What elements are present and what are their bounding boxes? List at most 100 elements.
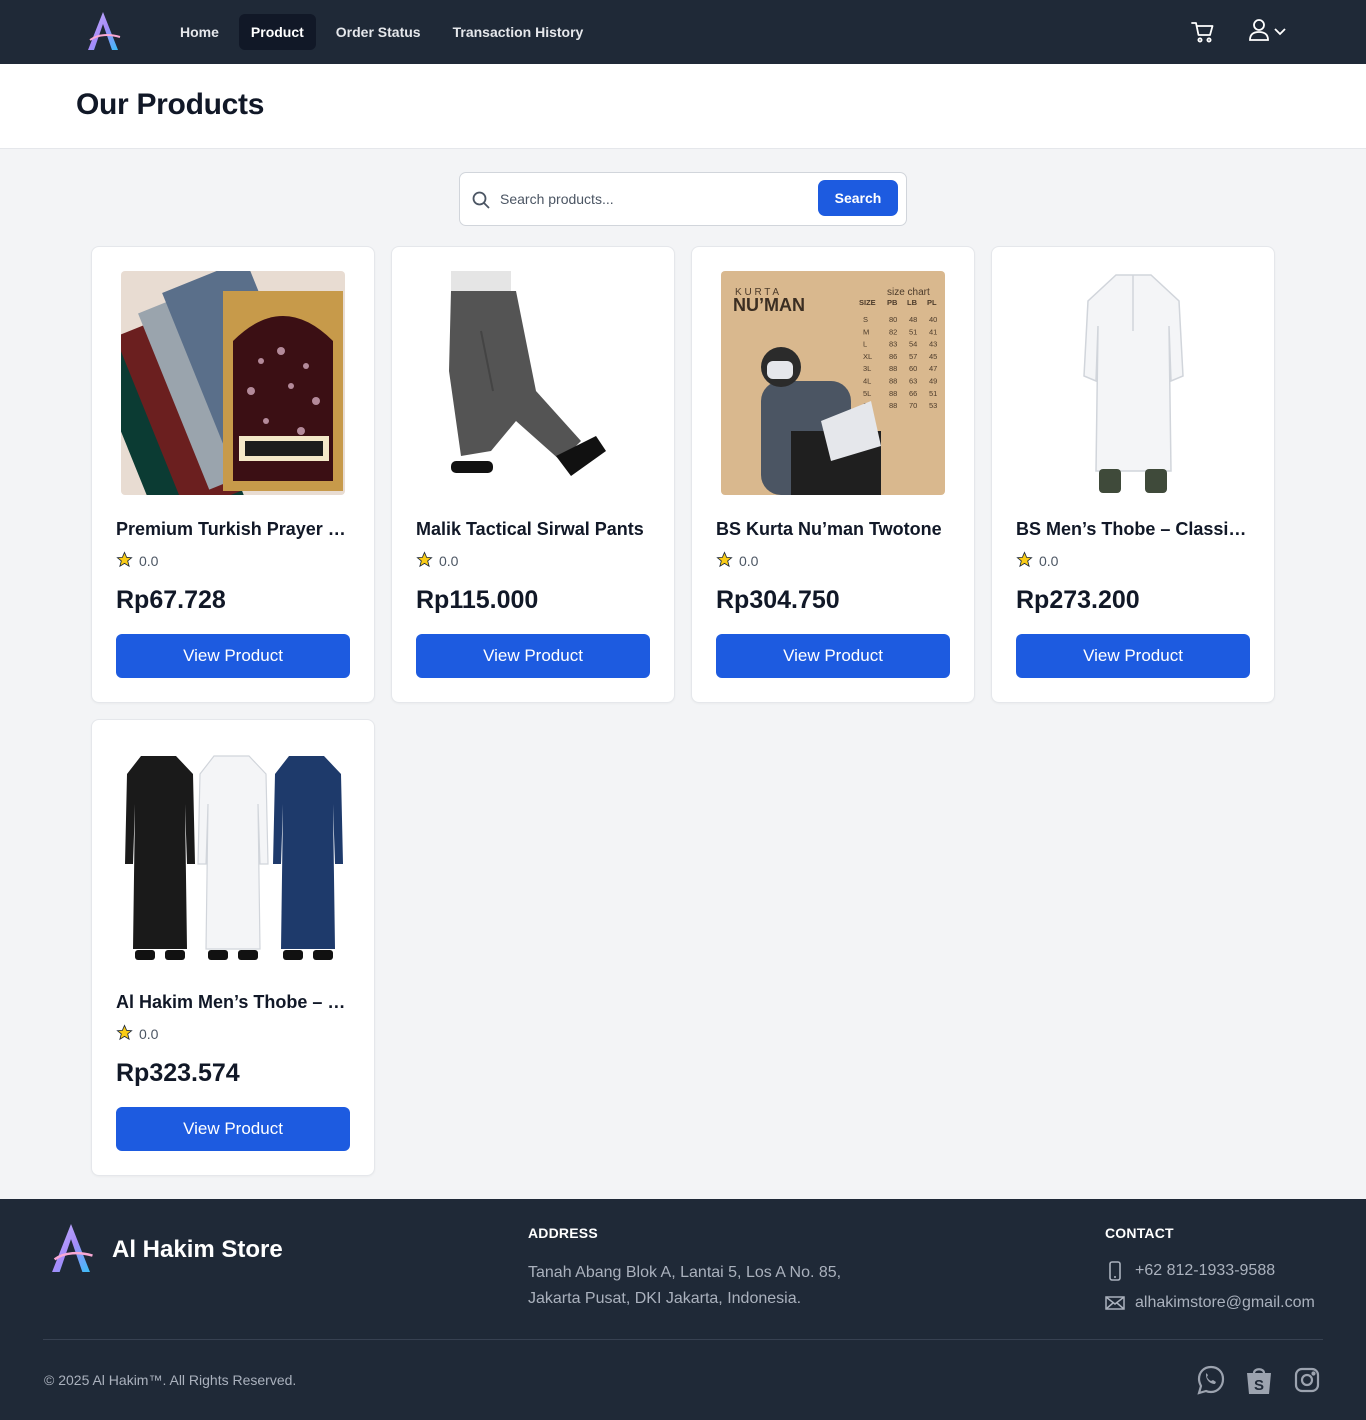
size-chart-cell: 57 [909, 352, 917, 361]
size-chart-cell: 51 [929, 389, 937, 398]
footer-brand-name: Al Hakim Store [112, 1236, 283, 1263]
shopping-cart-icon[interactable] [1190, 20, 1216, 44]
product-image-prayer-mat[interactable] [121, 271, 345, 495]
product-rating: 0.0 [1016, 551, 1058, 571]
size-chart-cell: 51 [909, 327, 917, 336]
product-price: Rp273.200 [1016, 586, 1140, 614]
star-icon [716, 551, 733, 571]
size-chart-cell: 88 [889, 401, 897, 410]
product-image-thobe-collection[interactable] [121, 744, 345, 968]
main-nav: Home Product Order Status Transaction Hi… [168, 14, 595, 50]
view-product-button[interactable]: View Product [116, 634, 350, 678]
email-address: alhakimstore@gmail.com [1135, 1294, 1315, 1311]
size-chart-header: SIZE [859, 298, 876, 307]
address-heading: ADDRESS [528, 1225, 598, 1241]
size-chart-cell: 5L [863, 389, 871, 398]
view-product-button[interactable]: View Product [116, 1107, 350, 1151]
size-chart-cell: 47 [929, 364, 937, 373]
size-chart-cell: 60 [909, 364, 917, 373]
nav-product[interactable]: Product [238, 14, 316, 50]
search-button[interactable]: Search [818, 180, 898, 216]
product-name[interactable]: BS Men’s Thobe – Classic White [1016, 519, 1252, 540]
instagram-icon[interactable] [1292, 1364, 1322, 1396]
size-chart-cell: 86 [889, 352, 897, 361]
product-price: Rp323.574 [116, 1059, 240, 1087]
rating-value: 0.0 [1039, 553, 1059, 569]
mail-icon [1105, 1296, 1125, 1310]
kurta-brand: NU’MAN [733, 295, 805, 315]
brand-logo-icon[interactable] [84, 10, 122, 52]
contact-email[interactable]: alhakimstore@gmail.com [1105, 1294, 1315, 1312]
product-rating: 0.0 [416, 551, 458, 571]
nav-home[interactable]: Home [168, 14, 231, 50]
size-chart-header: PL [927, 298, 937, 307]
footer-divider [43, 1339, 1323, 1340]
view-product-button[interactable]: View Product [1016, 634, 1250, 678]
social-links: S [1196, 1364, 1322, 1396]
shopee-icon[interactable]: S [1244, 1364, 1274, 1396]
product-price: Rp304.750 [716, 586, 840, 614]
product-card: K U R T A NU’MAN size chart SIZE PB LB PL S 8… [691, 246, 975, 703]
size-chart-cell: 41 [929, 327, 937, 336]
size-chart-cell: 45 [929, 352, 937, 361]
brand-logo-icon[interactable] [47, 1221, 95, 1275]
user-icon [1248, 18, 1270, 47]
size-chart-cell: L [863, 340, 867, 349]
view-product-button[interactable]: View Product [416, 634, 650, 678]
contact-phone[interactable]: +62 812-1933-9588 [1105, 1261, 1275, 1281]
phone-number: +62 812-1933-9588 [1135, 1262, 1276, 1279]
size-chart-cell: 88 [889, 389, 897, 398]
size-chart-cell: 88 [889, 377, 897, 386]
product-name[interactable]: BS Kurta Nu’man Twotone [716, 519, 952, 540]
product-name[interactable]: Premium Turkish Prayer Mat [116, 519, 352, 540]
address-line-2: Jakarta Pusat, DKI Jakarta, Indonesia. [528, 1290, 802, 1307]
user-menu[interactable] [1248, 18, 1292, 47]
phone-icon [1105, 1261, 1125, 1281]
size-chart-cell: 88 [889, 364, 897, 373]
product-price: Rp115.000 [416, 586, 539, 614]
product-card: Premium Turkish Prayer Mat 0.0 Rp67.728 … [91, 246, 375, 703]
rating-value: 0.0 [439, 553, 459, 569]
site-footer: Al Hakim Store ADDRESS Tanah Abang Blok … [0, 1199, 1366, 1420]
view-product-button[interactable]: View Product [716, 634, 950, 678]
star-icon [416, 551, 433, 571]
product-rating: 0.0 [716, 551, 758, 571]
product-name[interactable]: Al Hakim Men’s Thobe – Collection [116, 992, 352, 1013]
size-chart-cell: 49 [929, 377, 937, 386]
whatsapp-icon[interactable] [1196, 1364, 1226, 1396]
size-chart-cell: 48 [909, 315, 917, 324]
page-title: Our Products [76, 88, 265, 121]
product-image-white-thobe[interactable] [1021, 271, 1245, 495]
product-price: Rp67.728 [116, 586, 226, 614]
nav-order-status[interactable]: Order Status [324, 14, 433, 50]
search-input[interactable] [500, 182, 850, 216]
product-name[interactable]: Malik Tactical Sirwal Pants [416, 519, 652, 540]
top-navbar: Home Product Order Status Transaction Hi… [0, 0, 1366, 64]
star-icon [1016, 551, 1033, 571]
size-chart-cell: 70 [909, 401, 917, 410]
search-bar: Search [459, 172, 907, 226]
page-header: Our Products [0, 64, 1366, 149]
rating-value: 0.0 [739, 553, 759, 569]
copyright-text: © 2025 Al Hakim™. All Rights Reserved. [44, 1372, 297, 1388]
product-image-sirwal-pants[interactable] [421, 271, 645, 495]
search-icon [472, 191, 490, 209]
size-chart-cell: 43 [929, 340, 937, 349]
size-chart-cell: 83 [889, 340, 897, 349]
size-chart-cell: 66 [909, 389, 917, 398]
star-icon [116, 1024, 133, 1044]
product-card: BS Men’s Thobe – Classic White 0.0 Rp273… [991, 246, 1275, 703]
svg-text:S: S [1254, 1377, 1264, 1394]
nav-transaction-history[interactable]: Transaction History [441, 14, 596, 50]
size-chart-cell: 4L [863, 377, 871, 386]
kurta-chart-title: size chart [887, 287, 930, 298]
product-image-kurta[interactable]: K U R T A NU’MAN size chart SIZE PB LB PL S 8… [721, 271, 945, 495]
size-chart-cell: 53 [929, 401, 937, 410]
product-rating: 0.0 [116, 1024, 158, 1044]
size-chart-cell: 3L [863, 364, 871, 373]
product-card: Malik Tactical Sirwal Pants 0.0 Rp115.00… [391, 246, 675, 703]
size-chart-cell: 54 [909, 340, 917, 349]
size-chart-header: PB [887, 298, 898, 307]
contact-heading: CONTACT [1105, 1225, 1174, 1241]
rating-value: 0.0 [139, 553, 159, 569]
